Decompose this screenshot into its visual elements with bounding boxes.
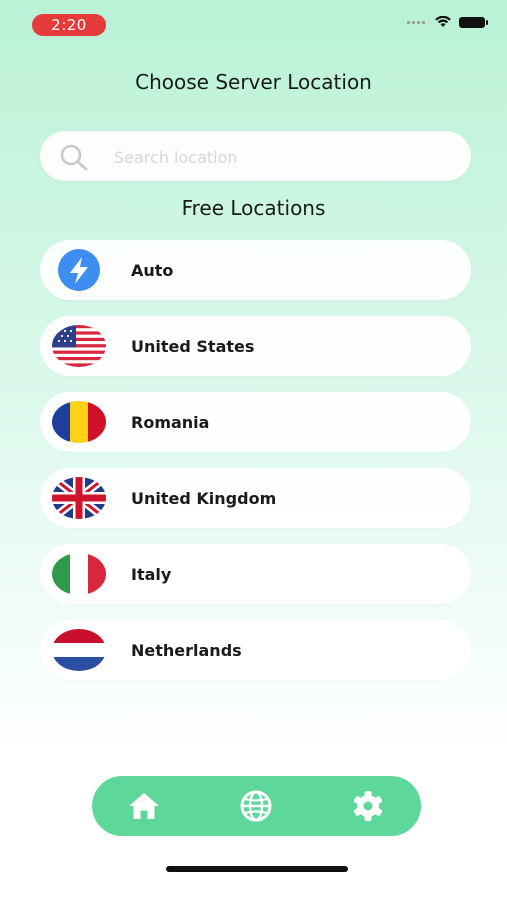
us-flag-icon bbox=[52, 325, 106, 367]
location-item-romania[interactable]: Romania bbox=[40, 392, 471, 452]
status-bar: 2:20 bbox=[0, 0, 507, 50]
section-title: Free Locations bbox=[181, 196, 326, 220]
nav-settings-button[interactable] bbox=[351, 789, 385, 823]
location-item-united-states[interactable]: United States bbox=[40, 316, 471, 376]
location-label: United States bbox=[131, 336, 255, 356]
wifi-icon bbox=[435, 16, 451, 27]
battery-icon bbox=[459, 16, 488, 28]
search-icon bbox=[58, 143, 94, 175]
bottom-nav bbox=[92, 776, 421, 836]
nav-home-button[interactable] bbox=[127, 789, 161, 823]
location-item-netherlands[interactable]: Netherlands bbox=[40, 620, 471, 680]
italy-flag-icon bbox=[52, 553, 106, 595]
location-item-italy[interactable]: Italy bbox=[40, 544, 471, 604]
status-time: 2:20 bbox=[32, 14, 106, 36]
romania-flag-icon bbox=[52, 401, 106, 443]
uk-flag-icon bbox=[52, 477, 106, 519]
globe-icon bbox=[240, 790, 272, 822]
search-input[interactable] bbox=[112, 131, 456, 183]
signal-icon bbox=[407, 19, 427, 25]
location-label: Netherlands bbox=[131, 640, 242, 660]
page-title: Choose Server Location bbox=[135, 70, 372, 94]
location-label: Auto bbox=[131, 260, 174, 280]
location-label: Romania bbox=[131, 412, 210, 432]
location-list: Auto United States Romania United Kingdo… bbox=[40, 240, 471, 696]
location-item-auto[interactable]: Auto bbox=[40, 240, 471, 300]
location-label: United Kingdom bbox=[131, 488, 277, 508]
location-item-united-kingdom[interactable]: United Kingdom bbox=[40, 468, 471, 528]
home-icon bbox=[129, 793, 159, 819]
location-label: Italy bbox=[131, 564, 172, 584]
nav-locations-button[interactable] bbox=[239, 789, 273, 823]
lightning-icon bbox=[52, 249, 106, 291]
netherlands-flag-icon bbox=[52, 629, 106, 671]
status-icons bbox=[407, 16, 488, 28]
settings-gear-icon bbox=[353, 791, 383, 821]
home-indicator bbox=[166, 866, 348, 872]
search-bar[interactable] bbox=[40, 131, 471, 183]
